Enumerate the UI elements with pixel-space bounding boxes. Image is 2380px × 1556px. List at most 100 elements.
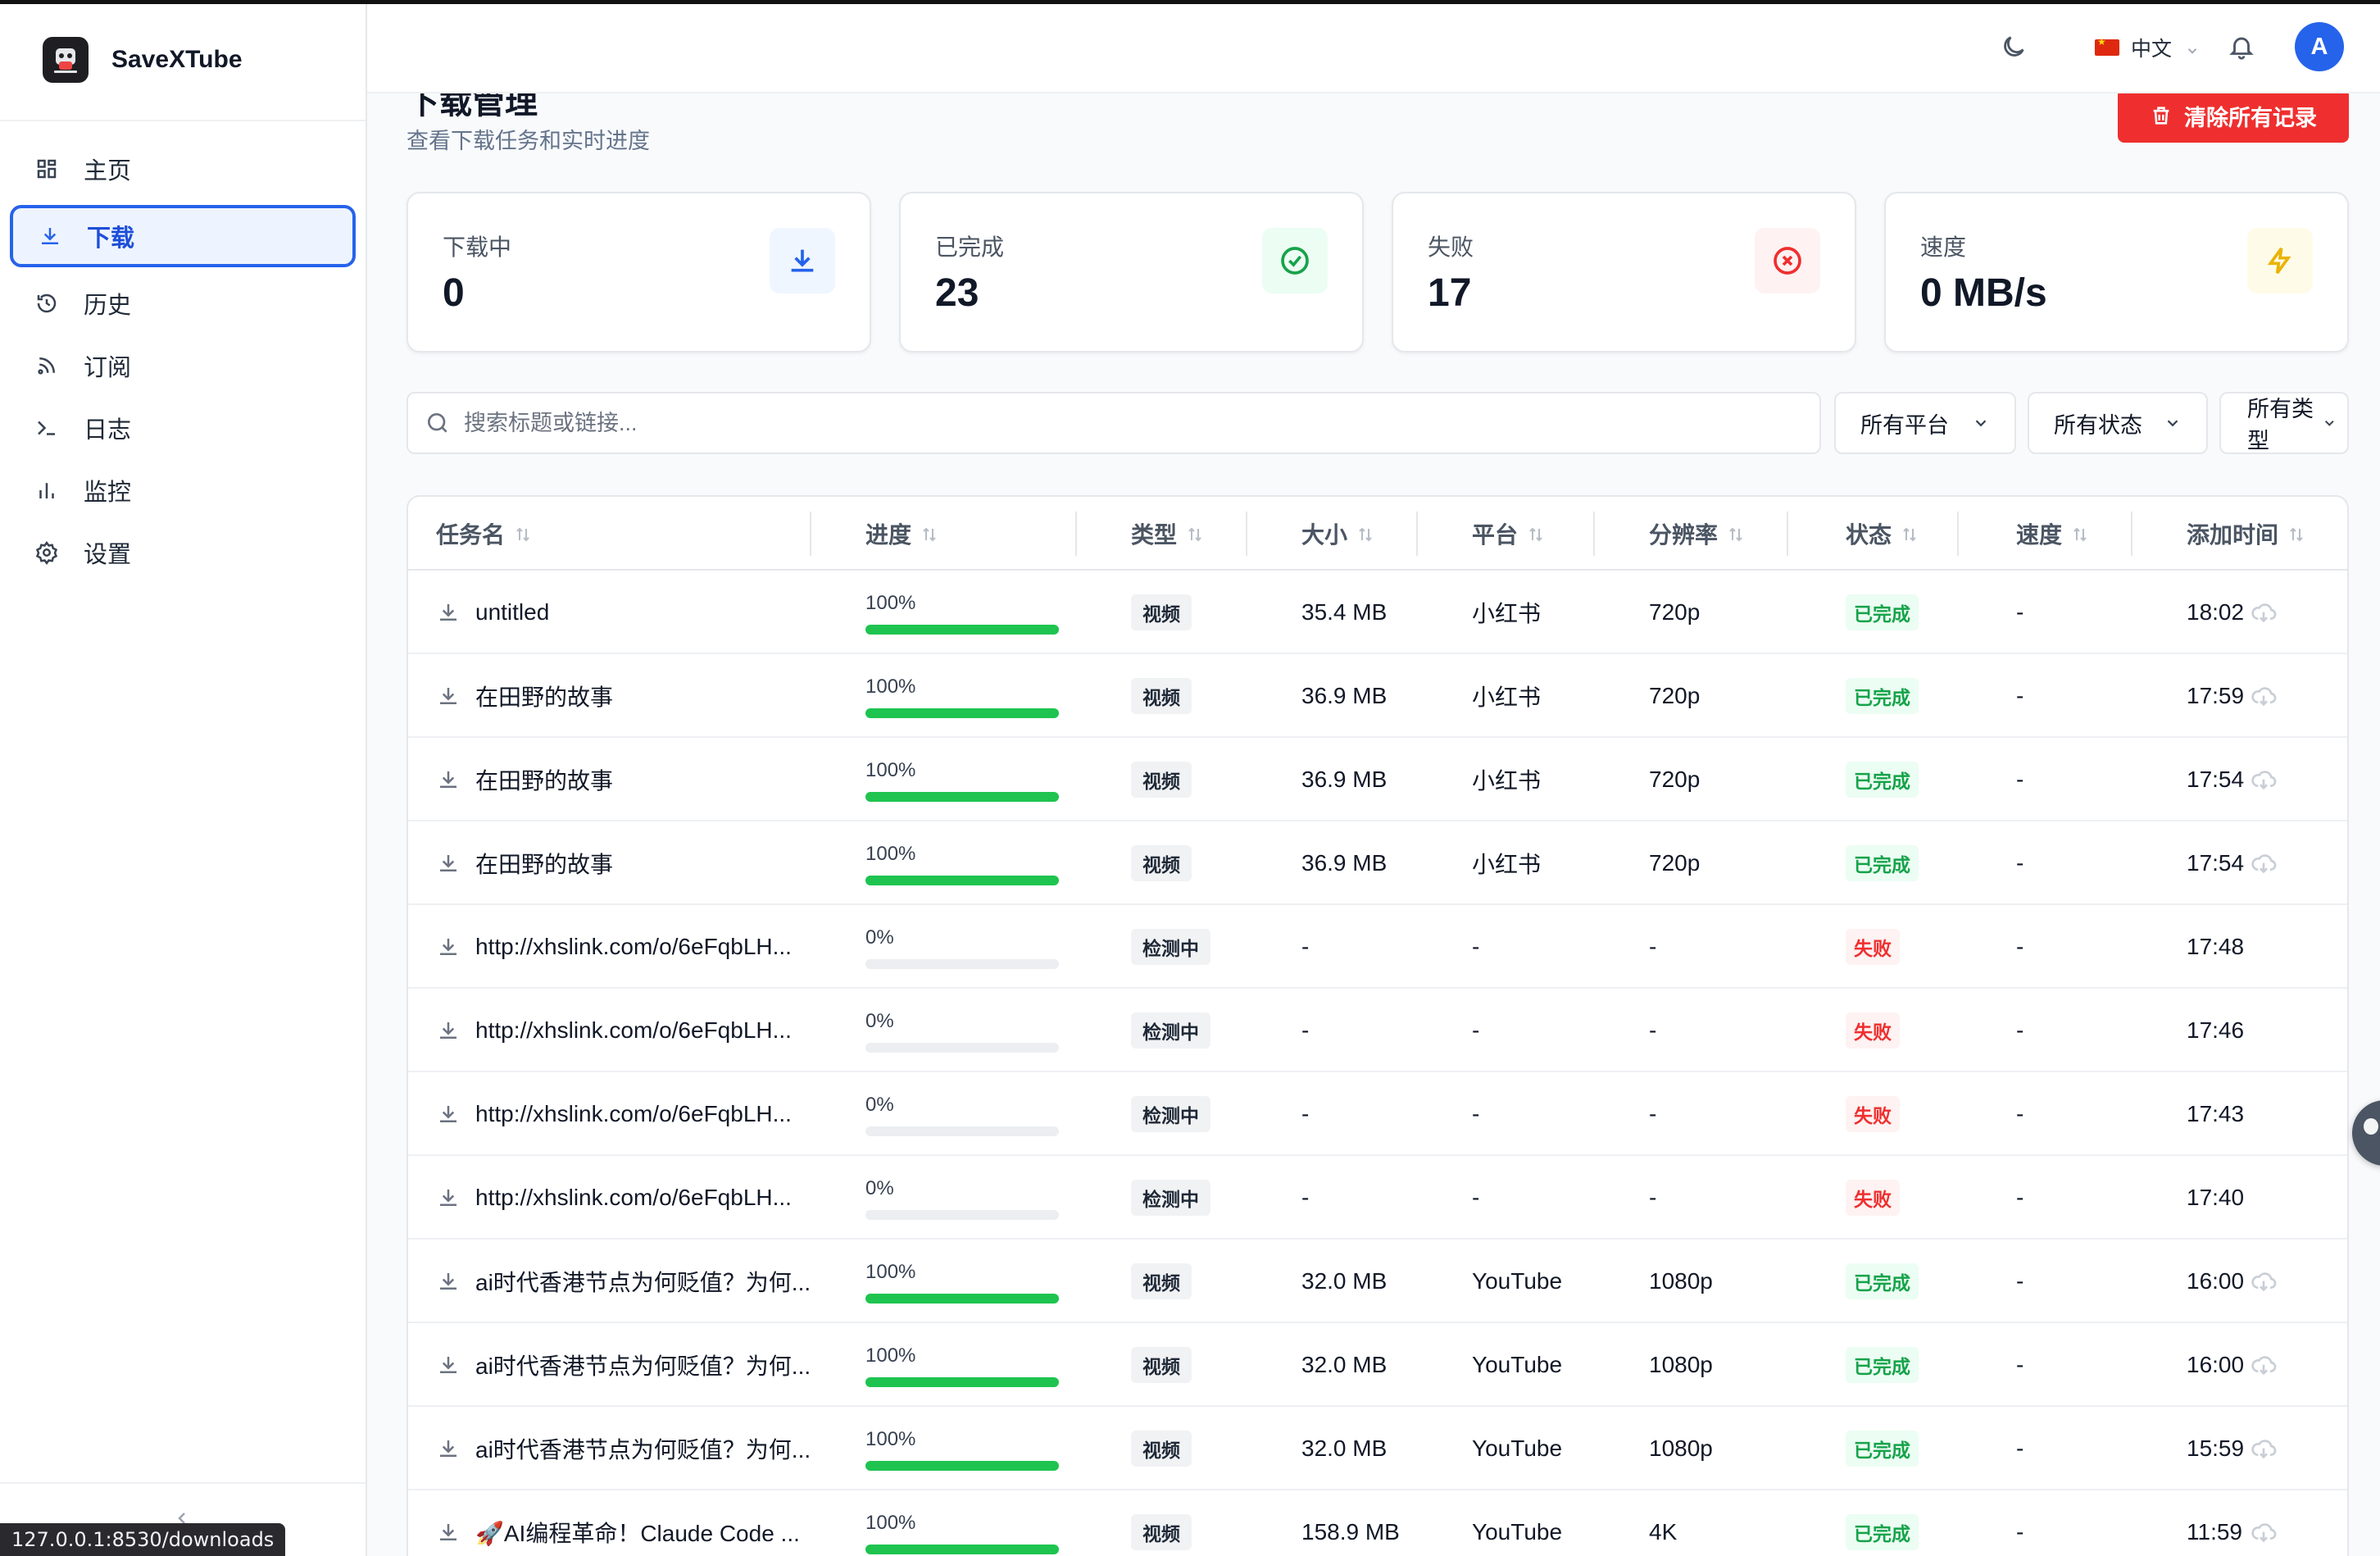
dark-mode-toggle-icon[interactable] [2000,33,2028,61]
platform-filter-label: 所有平台 [1860,412,1949,438]
table-row[interactable]: 在田野的故事 100% 视频 36.9 MB 小红书 720p 已完成 - 17… [408,738,2347,821]
sidebar-item-label: 历史 [84,293,132,319]
rss-icon [34,353,84,378]
added-time-cell: 17:54 [2187,767,2245,792]
column-header[interactable]: 平台 [1472,497,1546,571]
cloud-download-icon[interactable] [2251,1353,2277,1379]
sidebar-item-history[interactable]: 历史 [10,272,356,334]
table-row[interactable]: 在田野的故事 100% 视频 36.9 MB 小红书 720p 已完成 - 17… [408,821,2347,905]
progress-cell: 100% [865,843,1059,892]
task-name[interactable]: http://xhslink.com/o/6eFqbLH... [475,1017,792,1044]
sidebar-item-rss[interactable]: 订阅 [10,334,356,397]
speed-cell: - [2016,1017,2024,1043]
column-header[interactable]: 分辨率 [1649,497,1746,571]
status-cell: 已完成 [1846,1407,1919,1490]
table-row[interactable]: http://xhslink.com/o/6eFqbLH... 0% 检测中 -… [408,1156,2347,1240]
table-row[interactable]: http://xhslink.com/o/6eFqbLH... 0% 检测中 -… [408,905,2347,989]
chevron-down-icon [2325,420,2335,426]
trash-icon [2153,107,2169,125]
progress-bar [865,1294,1059,1303]
table-row[interactable]: 在田野的故事 100% 视频 36.9 MB 小红书 720p 已完成 - 17… [408,654,2347,738]
task-name[interactable]: ai时代香港节点为何贬值？为何... [475,1432,811,1465]
task-name[interactable]: 🚀AI编程革命！Claude Code ... [475,1516,800,1549]
added-time-cell: 16:00 [2187,1268,2245,1294]
user-avatar[interactable]: A [2295,22,2344,71]
column-header[interactable]: 速度 [2016,497,2090,571]
cloud-download-icon[interactable] [2251,767,2277,794]
platform-cell: - [1472,1017,1480,1043]
added-time-cell: 17:43 [2187,1101,2245,1126]
stats-row: 下载中 0 已完成 23 失败 17 速度 0 MB/s [407,192,2349,353]
downloads-table: 任务名 进度 类型 大小 平台 分辨率 状态 速度 添加时间 untitled 100% 视频 … [407,495,2349,1556]
type-badge: 视频 [1131,594,1192,630]
cloud-download-icon[interactable] [2251,1436,2277,1463]
stat-value: 23 [935,271,979,315]
added-time-cell: 18:02 [2187,599,2245,625]
sidebar-item-terminal[interactable]: 日志 [10,397,356,459]
sidebar-item-label: 监控 [84,480,132,506]
task-name[interactable]: ai时代香港节点为何贬值？为何... [475,1265,811,1298]
progress-label: 0% [865,1094,894,1116]
column-header[interactable]: 大小 [1301,497,1375,571]
speed-cell: - [2016,1519,2024,1545]
platform-filter[interactable]: 所有平台 [1834,392,2016,454]
column-divider [1957,512,1959,556]
brand[interactable]: SaveXTube [0,0,366,121]
search-box[interactable] [407,392,1821,454]
sidebar-item-bar-chart[interactable]: 监控 [10,459,356,521]
column-header[interactable]: 添加时间 [2187,497,2306,571]
progress-bar [865,1461,1059,1471]
sidebar-item-dashboard[interactable]: 主页 [10,138,356,200]
progress-label: 0% [865,1010,894,1032]
sidebar-item-gear[interactable]: 设置 [10,521,356,584]
progress-bar [865,959,1059,969]
table-row[interactable]: ai时代香港节点为何贬值？为何... 100% 视频 32.0 MB YouTu… [408,1323,2347,1407]
sidebar-item-download[interactable]: 下载 [10,205,356,267]
table-row[interactable]: http://xhslink.com/o/6eFqbLH... 0% 检测中 -… [408,989,2347,1072]
cloud-download-icon[interactable] [2251,684,2277,710]
table-row[interactable]: ai时代香港节点为何贬值？为何... 100% 视频 32.0 MB YouTu… [408,1240,2347,1323]
stat-value: 0 [443,271,465,315]
progress-cell: 100% [865,1261,1059,1310]
resolution-cell: 1080p [1649,1352,1713,1377]
clear-all-records-button[interactable]: 清除所有记录 [2118,89,2349,143]
table-row[interactable]: http://xhslink.com/o/6eFqbLH... 0% 检测中 -… [408,1072,2347,1156]
cloud-download-icon[interactable] [2251,600,2277,626]
task-name-cell: http://xhslink.com/o/6eFqbLH... [436,1072,792,1156]
search-input[interactable] [464,410,1775,436]
column-header[interactable]: 进度 [865,497,939,571]
table-row[interactable]: ai时代香港节点为何贬值？为何... 100% 视频 32.0 MB YouTu… [408,1407,2347,1490]
task-name[interactable]: http://xhslink.com/o/6eFqbLH... [475,1101,792,1127]
task-name[interactable]: ai时代香港节点为何贬值？为何... [475,1349,811,1381]
speed-cell: - [2016,599,2024,625]
cloud-download-icon[interactable] [2251,1520,2277,1546]
cloud-download-icon[interactable] [2251,851,2277,877]
table-row[interactable]: 🚀AI编程革命！Claude Code ... 100% 视频 158.9 MB… [408,1490,2347,1556]
stat-value: 0 MB/s [1920,271,2047,315]
task-name[interactable]: 在田野的故事 [475,680,613,712]
column-header[interactable]: 任务名 [436,497,533,571]
sort-icon [920,524,939,544]
type-badge: 检测中 [1131,1012,1210,1049]
task-name[interactable]: http://xhslink.com/o/6eFqbLH... [475,1185,792,1211]
cloud-download-icon[interactable] [2251,1269,2277,1295]
task-name[interactable]: 在田野的故事 [475,763,613,796]
column-header[interactable]: 类型 [1131,497,1205,571]
task-name[interactable]: 在田野的故事 [475,847,613,880]
status-filter[interactable]: 所有状态 [2028,392,2208,454]
progress-cell: 0% [865,926,1059,976]
task-name[interactable]: untitled [475,599,549,626]
task-name-cell: 在田野的故事 [436,821,613,905]
task-name[interactable]: http://xhslink.com/o/6eFqbLH... [475,934,792,960]
progress-label: 0% [865,1177,894,1199]
speed-cell: - [2016,934,2024,959]
table-row[interactable]: untitled 100% 视频 35.4 MB 小红书 720p 已完成 - … [408,571,2347,654]
resolution-cell: 1080p [1649,1268,1713,1294]
notification-bell-icon[interactable] [2228,33,2255,61]
type-filter[interactable]: 所有类型 [2219,392,2349,454]
download-icon [436,600,461,625]
resolution-cell: - [1649,934,1657,959]
language-switcher[interactable]: 中文 [2095,31,2200,64]
resolution-cell: 1080p [1649,1435,1713,1461]
column-header[interactable]: 状态 [1846,497,1919,571]
